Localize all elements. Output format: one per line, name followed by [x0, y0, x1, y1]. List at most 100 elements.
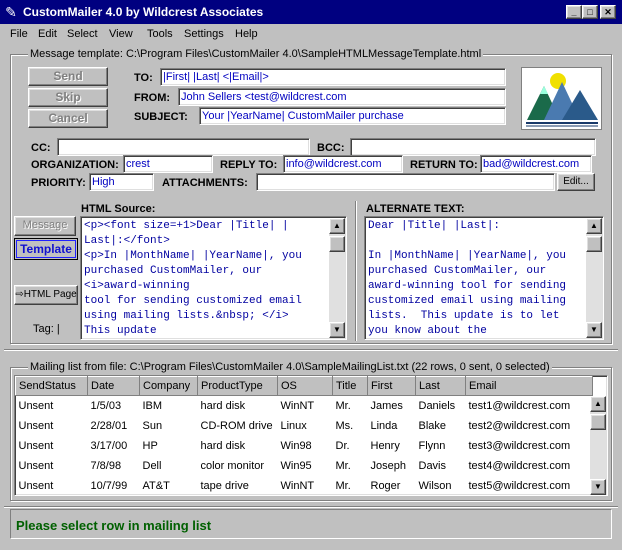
skip-button[interactable]: Skip — [28, 88, 108, 107]
template-button[interactable]: Template — [14, 238, 78, 260]
column-header[interactable]: Date — [87, 376, 140, 396]
table-cell: Flynn — [418, 439, 446, 452]
text-line: This update — [84, 325, 157, 337]
scroll-thumb[interactable] — [586, 236, 602, 252]
text-line — [368, 234, 588, 249]
column-header[interactable]: Title — [332, 376, 368, 396]
column-header[interactable]: OS — [277, 376, 333, 396]
table-cell: color monitor — [200, 459, 265, 472]
cancel-button[interactable]: Cancel — [28, 109, 108, 128]
table-cell: test1@wildcrest.com — [468, 399, 571, 412]
to-field[interactable]: |First| |Last| <|Email|> — [160, 68, 506, 86]
table-cell: Joseph — [370, 459, 406, 472]
divider — [355, 201, 357, 341]
column-header[interactable]: First — [367, 376, 416, 396]
table-cell: 1/5/03 — [90, 399, 122, 412]
subject-label: SUBJECT: — [134, 111, 188, 123]
text-line: using mailing lists.&nbsp; </i> — [84, 310, 289, 322]
template-button-label: Template — [16, 240, 76, 258]
bcc-field[interactable] — [350, 138, 596, 156]
column-header[interactable]: ProductType — [197, 376, 278, 396]
alternate-text-editor[interactable]: Dear |Title| |Last|: In |MonthName| |Year… — [364, 216, 604, 340]
cc-field[interactable] — [57, 138, 310, 156]
scroll-up-icon[interactable]: ▲ — [590, 396, 606, 412]
html-source-scrollbar[interactable]: ▲ ▼ — [329, 218, 345, 338]
edit-attachments-button[interactable]: Edit... — [557, 173, 595, 191]
text-line: <p><font size=+1>Dear |Title| | — [84, 220, 289, 232]
scroll-thumb[interactable] — [329, 236, 345, 252]
tag-label: Tag: | — [33, 323, 60, 335]
text-line: tool for sending customized email — [84, 295, 302, 307]
table-cell: Daniels — [418, 399, 456, 412]
table-cell: 2/28/01 — [90, 419, 128, 432]
table-cell: James — [370, 399, 403, 412]
text-line: purchased CustomMailer, our — [84, 265, 263, 277]
send-button[interactable]: Send — [28, 67, 108, 86]
scroll-down-icon[interactable]: ▼ — [586, 322, 602, 338]
minimize-button[interactable]: _ — [566, 5, 582, 19]
scroll-up-icon[interactable]: ▲ — [586, 218, 602, 234]
menu-view[interactable]: View — [109, 26, 133, 42]
table-cell: Unsent — [18, 459, 54, 472]
text-line: Dear |Title| |Last|: — [368, 220, 501, 232]
mailing-table-scrollbar[interactable]: ▲ ▼ — [590, 396, 606, 495]
priority-field[interactable]: High — [89, 173, 154, 191]
from-field[interactable]: John Sellers <test@wildcrest.com — [178, 88, 506, 106]
return-to-field[interactable]: bad@wildcrest.com — [480, 155, 592, 173]
title-bar[interactable]: ✎ CustomMailer 4.0 by Wildcrest Associat… — [0, 0, 622, 24]
table-cell: Roger — [370, 479, 401, 492]
subject-field[interactable]: Your |YearName| CustomMailer purchase — [199, 107, 506, 125]
table-cell: Mr. — [335, 399, 351, 412]
menu-edit[interactable]: Edit — [38, 26, 57, 42]
html-source-text: <p><font size=+1>Dear |Title| | Last|:</f… — [84, 219, 328, 339]
scroll-thumb[interactable] — [590, 414, 606, 430]
html-page-button[interactable]: ⇨HTML Page — [14, 285, 78, 305]
text-line: In |MonthName| |YearName|, you — [368, 250, 567, 262]
text-line: Last|:</font> — [84, 235, 170, 247]
attachments-field[interactable] — [256, 173, 555, 191]
table-cell: 10/7/99 — [90, 479, 128, 492]
organization-field[interactable]: crest — [123, 155, 213, 173]
menu-help[interactable]: Help — [235, 26, 258, 42]
table-row[interactable]: Unsent 10/7/99 AT&T tape drive WinNT Mr. Roger… — [16, 476, 593, 496]
bcc-label: BCC: — [317, 142, 345, 154]
table-cell: Unsent — [18, 439, 54, 452]
table-cell: Mr. — [335, 459, 351, 472]
table-row[interactable]: Unsent 1/5/03 IBM hard disk WinNT Mr. James Dan… — [16, 396, 593, 416]
return-to-label: RETURN TO: — [410, 159, 478, 171]
table-cell: test3@wildcrest.com — [468, 439, 571, 452]
html-page-label: HTML Page — [23, 289, 77, 300]
table-cell: Sun — [142, 419, 163, 432]
table-cell: WinNT — [280, 479, 315, 492]
table-cell: test4@wildcrest.com — [468, 459, 571, 472]
scroll-down-icon[interactable]: ▼ — [329, 322, 345, 338]
table-row[interactable]: Unsent 3/17/00 HP hard disk Win98 Dr. Henry Fly… — [16, 436, 593, 456]
table-cell: hard disk — [200, 399, 246, 412]
column-header[interactable]: Email — [465, 376, 593, 396]
table-cell: Blake — [418, 419, 447, 432]
column-header[interactable]: Last — [415, 376, 466, 396]
close-button[interactable]: ✕ — [600, 5, 616, 19]
text-line: lists. This update is to let — [368, 310, 560, 322]
column-header[interactable]: Company — [139, 376, 198, 396]
message-button[interactable]: Message — [14, 216, 76, 236]
menu-settings[interactable]: Settings — [184, 26, 224, 42]
status-separator — [4, 506, 618, 508]
menu-select[interactable]: Select — [67, 26, 98, 42]
maximize-button[interactable]: □ — [582, 5, 598, 19]
scroll-down-icon[interactable]: ▼ — [590, 479, 606, 495]
table-cell: Davis — [418, 459, 447, 472]
menu-file[interactable]: File — [10, 26, 28, 42]
mailing-table-container[interactable]: SendStatus Date Company ProductType OS Title F… — [14, 375, 608, 496]
table-row[interactable]: Unsent 2/28/01 Sun CD-ROM drive Linux Ms. Lind… — [16, 416, 593, 436]
table-cell: Linda — [370, 419, 398, 432]
column-header[interactable]: SendStatus — [15, 376, 88, 396]
table-cell: CD-ROM drive — [200, 419, 273, 432]
table-row[interactable]: Unsent 7/8/98 Dell color monitor Win95 Mr. Jos… — [16, 456, 593, 476]
table-cell: tape drive — [200, 479, 249, 492]
scroll-up-icon[interactable]: ▲ — [329, 218, 345, 234]
menu-tools[interactable]: Tools — [147, 26, 173, 42]
reply-to-field[interactable]: info@wildcrest.com — [283, 155, 403, 173]
alternate-text-scrollbar[interactable]: ▲ ▼ — [586, 218, 602, 338]
html-source-editor[interactable]: <p><font size=+1>Dear |Title| | Last|:</f… — [80, 216, 347, 340]
